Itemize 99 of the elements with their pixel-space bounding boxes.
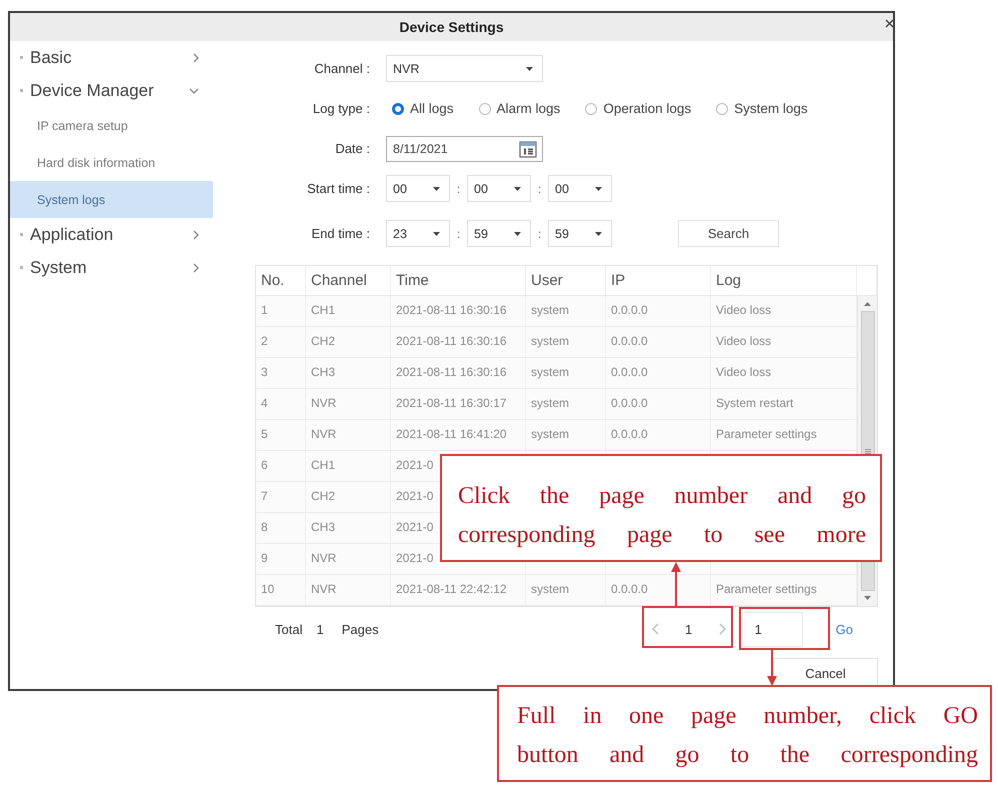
close-icon[interactable] xyxy=(885,19,894,28)
scroll-down-icon[interactable] xyxy=(864,596,871,600)
time-select[interactable]: 59 xyxy=(548,220,612,247)
field-label: Start time : xyxy=(306,181,370,196)
column-header: Time xyxy=(391,266,526,295)
table-cell: 0.0.0.0 xyxy=(606,575,711,605)
column-header: Log xyxy=(711,266,857,295)
table-cell: 2021-08-11 16:30:16 xyxy=(391,358,526,388)
sidebar-subitem[interactable]: IP camera setup xyxy=(10,107,213,144)
table-cell: NVR xyxy=(306,575,391,605)
sidebar-item[interactable]: Basic xyxy=(10,41,213,74)
table-cell: system xyxy=(526,327,606,357)
bullet-icon xyxy=(20,56,23,59)
date-field[interactable]: 8/11/2021 xyxy=(386,136,543,162)
caret-icon xyxy=(433,186,440,190)
table-cell: system xyxy=(526,358,606,388)
time-separator: : xyxy=(536,226,542,240)
bullet-icon xyxy=(20,89,23,92)
time-select[interactable]: 00 xyxy=(386,175,450,202)
sidebar-item[interactable]: System xyxy=(10,251,213,284)
page-input[interactable]: 1 xyxy=(742,612,803,646)
table-cell: 0.0.0.0 xyxy=(606,358,711,388)
table-cell: 2021-08-11 16:30:16 xyxy=(391,296,526,326)
table-cell: 2021-08-11 16:30:16 xyxy=(391,327,526,357)
table-cell: 4 xyxy=(256,389,306,419)
bullet-icon xyxy=(20,266,23,269)
caret-icon xyxy=(526,66,533,70)
table-cell: 0.0.0.0 xyxy=(606,389,711,419)
table-cell: 5 xyxy=(256,420,306,450)
callout-arrow xyxy=(670,562,682,606)
table-cell: system xyxy=(526,420,606,450)
table-cell: 9 xyxy=(256,544,306,574)
radio-option[interactable]: All logs xyxy=(392,101,454,116)
caret-icon xyxy=(514,232,521,236)
field-label: Date : xyxy=(334,141,370,156)
radio-option[interactable]: Operation logs xyxy=(585,101,692,116)
calendar-icon[interactable] xyxy=(519,140,537,158)
time-separator: : xyxy=(456,226,462,240)
column-header: Channel xyxy=(306,266,391,295)
go-link[interactable]: Go xyxy=(836,622,853,636)
table-cell: 0.0.0.0 xyxy=(606,296,711,326)
table-cell: 2021-08-11 16:41:20 xyxy=(391,420,526,450)
window-title: Device Settings xyxy=(399,19,504,35)
sidebar-subitem[interactable]: System logs xyxy=(10,181,213,218)
radio-option[interactable]: Alarm logs xyxy=(478,101,560,116)
bullet-icon xyxy=(20,233,23,236)
caret-icon xyxy=(595,232,602,236)
table-cell: 2021-08-11 16:30:17 xyxy=(391,389,526,419)
radio-option[interactable]: System logs xyxy=(716,101,808,116)
sidebar-item[interactable]: Device Manager xyxy=(10,74,213,107)
caret-icon xyxy=(433,232,440,236)
table-cell: system xyxy=(526,296,606,326)
time-select[interactable]: 00 xyxy=(548,175,612,202)
page-number[interactable]: 1 xyxy=(681,622,696,636)
table-cell: system xyxy=(526,575,606,605)
table-cell: 0.0.0.0 xyxy=(606,420,711,450)
field-label: Log type : xyxy=(312,101,370,116)
caret-icon xyxy=(514,186,521,190)
page-count: 1 xyxy=(316,622,324,636)
sidebar-subitem[interactable]: Hard disk information xyxy=(10,144,213,181)
table-cell: 3 xyxy=(256,358,306,388)
field-label: Channel : xyxy=(313,61,370,76)
table-cell: NVR xyxy=(306,389,391,419)
table-cell: CH2 xyxy=(306,327,391,357)
table-cell: CH3 xyxy=(306,513,391,543)
table-cell: system xyxy=(526,389,606,419)
table-cell: CH1 xyxy=(306,296,391,326)
table-cell: NVR xyxy=(306,544,391,574)
table-cell: 2021-08-11 22:42:12 xyxy=(391,575,526,605)
callout-tooltip: Click the page number and go corresponding page to see more xyxy=(440,454,882,562)
time-separator: : xyxy=(456,182,462,196)
column-header: No. xyxy=(256,266,306,295)
caret-icon xyxy=(595,186,602,190)
table-cell: 0.0.0.0 xyxy=(606,327,711,357)
scroll-up-icon[interactable] xyxy=(864,302,871,306)
channel-select[interactable]: NVR xyxy=(386,55,543,82)
column-header: IP xyxy=(606,266,711,295)
table-cell: 7 xyxy=(256,482,306,512)
column-header: User xyxy=(526,266,606,295)
table-cell: NVR xyxy=(306,420,391,450)
time-select[interactable]: 23 xyxy=(386,220,450,247)
table-cell: 8 xyxy=(256,513,306,543)
field-label: End time : xyxy=(310,226,370,241)
table-cell: 6 xyxy=(256,451,306,481)
footer-label: Pages xyxy=(342,622,379,636)
callout-arrow xyxy=(766,650,778,686)
table-cell: 10 xyxy=(256,575,306,605)
footer-label: Total xyxy=(275,622,302,636)
sidebar-item[interactable]: Application xyxy=(10,218,213,251)
time-select[interactable]: 00 xyxy=(467,175,531,202)
search-button[interactable]: Search xyxy=(678,220,779,247)
table-cell: 1 xyxy=(256,296,306,326)
table-cell: 2 xyxy=(256,327,306,357)
time-select[interactable]: 59 xyxy=(467,220,531,247)
table-cell: CH3 xyxy=(306,358,391,388)
table-cell: CH2 xyxy=(306,482,391,512)
table-cell: CH1 xyxy=(306,451,391,481)
callout-tooltip: Full in one page number, click GO button and go to the corresponding xyxy=(497,685,992,782)
time-separator: : xyxy=(536,182,542,196)
